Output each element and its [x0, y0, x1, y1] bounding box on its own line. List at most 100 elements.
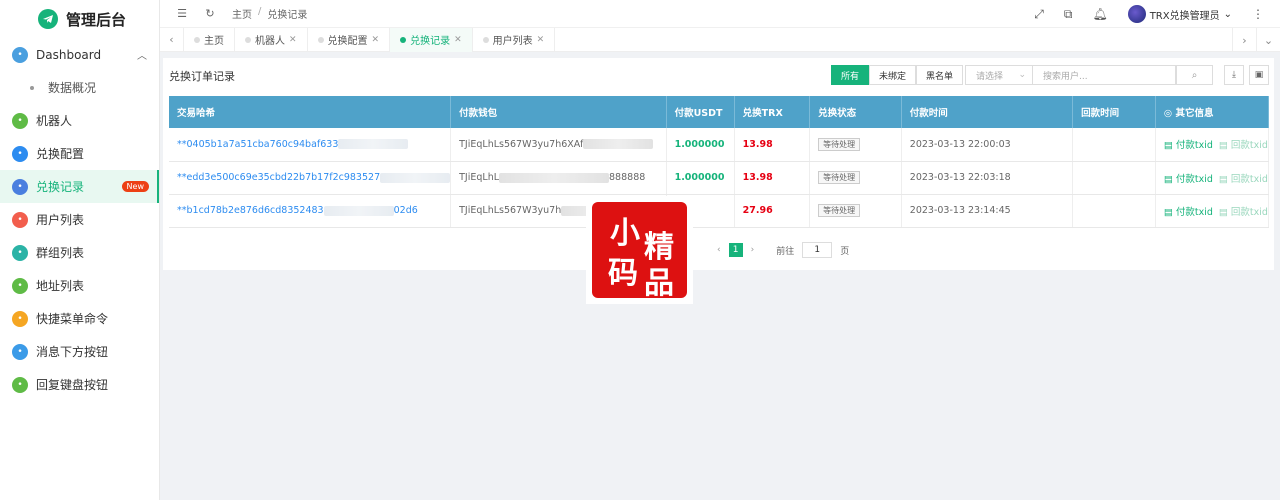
breadcrumb-separator: /: [258, 6, 262, 17]
sidebar-item[interactable]: • 消息下方按钮: [0, 335, 159, 368]
sidebar-menu: • Dashboard ︿ 数据概况 • 机器人 • 兑换配置 • 兑换记录 New • 用户列表 • 群组…: [0, 38, 159, 401]
prev-page-icon[interactable]: ‹: [717, 245, 721, 255]
content-card: 兑换订单记录 所有 未绑定 黑名单 请选择 ⌄ 搜索用户... ⌕ ⤓ ▣ 交易…: [163, 58, 1274, 270]
close-icon[interactable]: ✕: [537, 35, 545, 45]
tab[interactable]: 机器人 ✕: [235, 27, 308, 52]
return-time-cell: [1072, 161, 1156, 195]
trx-cell: 13.98: [734, 128, 811, 162]
tab-label: 用户列表: [492, 36, 533, 47]
tx-hash-link[interactable]: **edd3e500c69e35cbd22b7b17f2c983527: [177, 172, 380, 183]
sidebar-item[interactable]: • Dashboard ︿: [0, 38, 159, 71]
filter-blacklist-button[interactable]: 黑名单: [916, 65, 964, 85]
usdt-cell: 1.000000: [666, 161, 735, 195]
filter-unbound-button[interactable]: 未绑定: [869, 65, 917, 85]
pay-txid-link[interactable]: ▤ 付款txid: [1164, 207, 1213, 218]
chevron-up-icon: ︿: [137, 51, 147, 62]
hash-cell[interactable]: **edd3e500c69e35cbd22b7b17f2c983527: [169, 161, 452, 195]
tabs-scroll-left-icon[interactable]: ‹: [160, 27, 184, 52]
goto-page-input[interactable]: 1: [802, 242, 833, 258]
translate-icon[interactable]: ⧉: [1064, 7, 1073, 22]
file-icon: ▤: [1163, 206, 1176, 218]
redacted-blur: [338, 139, 409, 150]
pay-txid-link[interactable]: ▤ 付款txid: [1164, 174, 1213, 185]
trx-amount: 13.98: [742, 138, 773, 150]
sidebar-item[interactable]: • 兑换记录 New: [0, 170, 159, 203]
at-icon: •: [12, 145, 28, 162]
hash-cell[interactable]: **b1cd78b2e876d6cd8352483 02d6: [169, 194, 452, 228]
usdt-amount: 1.000000: [674, 172, 725, 183]
redacted-blur: [323, 205, 394, 216]
sidebar-item-label: 回复键盘按钮: [36, 378, 109, 392]
tab[interactable]: 兑换配置 ✕: [308, 27, 391, 52]
filter-select[interactable]: 请选择 ⌄: [965, 65, 1033, 85]
pay-txid-label: 付款txid: [1175, 173, 1213, 185]
search-button[interactable]: ⌕: [1176, 65, 1213, 85]
column-header: 兑换TRX: [734, 96, 811, 128]
user-icon: •: [12, 211, 28, 228]
close-icon[interactable]: ✕: [454, 35, 462, 45]
print-icon[interactable]: ▣: [1249, 65, 1269, 85]
close-icon[interactable]: ✕: [372, 35, 380, 45]
refresh-icon[interactable]: ↻: [204, 7, 216, 20]
breadcrumb-current: 兑换记录: [267, 10, 308, 21]
pay-time-cell: 2023-03-13 22:00:03: [901, 128, 1074, 162]
filter-all-button[interactable]: 所有: [831, 65, 870, 85]
sidebar-item-label: 机器人: [36, 114, 73, 128]
wallet-address: TJiEqLhLs567W3yu7h6XAf: [459, 138, 584, 150]
breadcrumb: 主页 / 兑换记录: [232, 6, 307, 21]
tx-hash-tail[interactable]: 02d6: [394, 205, 418, 216]
sidebar-item[interactable]: 数据概况: [0, 71, 159, 104]
table-row: **b1cd78b2e876d6cd8352483 02d6 TJiEqLhLs56…: [169, 194, 1270, 228]
tabs-menu-chevron-icon[interactable]: ⌄: [1256, 28, 1280, 52]
return-txid-link[interactable]: ▤ 回款txid: [1219, 207, 1268, 218]
fullscreen-icon[interactable]: ⤢: [1034, 7, 1044, 22]
user-menu[interactable]: TRX兑换管理员 ⌄: [1127, 5, 1232, 23]
download-icon[interactable]: ⤓: [1224, 65, 1244, 85]
chevron-down-icon: ⌄: [1018, 70, 1026, 80]
wallet-cell: TJiEqLhLs567W3yu7h6XAf: [450, 128, 667, 162]
tx-hash-link[interactable]: **0405b1a7a51cba760c94baf633: [177, 139, 338, 150]
tabs-scroll-right-icon[interactable]: ›: [1232, 28, 1256, 52]
tab[interactable]: 兑换记录 ✕: [390, 27, 473, 52]
new-badge: New: [121, 181, 149, 192]
return-time-cell: [1072, 128, 1156, 162]
sidebar-item[interactable]: • 群组列表: [0, 236, 159, 269]
pay-time-cell: 2023-03-13 23:14:45: [901, 194, 1074, 228]
page-number-current[interactable]: 1: [728, 243, 743, 257]
app-logo[interactable]: 管理后台: [0, 0, 159, 38]
sidebar-item[interactable]: • 回复键盘按钮: [0, 368, 159, 401]
table-body: **0405b1a7a51cba760c94baf633 TJiEqLhLs567…: [169, 128, 1270, 228]
breadcrumb-home[interactable]: 主页: [232, 6, 252, 21]
sidebar-item-label: 消息下方按钮: [36, 345, 109, 359]
tx-hash-link[interactable]: **b1cd78b2e876d6cd8352483: [177, 205, 324, 216]
trx-cell: 27.96: [734, 194, 811, 228]
card-title: 兑换订单记录: [169, 70, 235, 83]
tab-bar: ‹ 主页 机器人 ✕ 兑换配置 ✕ 兑换记录 ✕ 用户列表 ✕ › ⌄: [160, 27, 1280, 52]
sidebar-item[interactable]: • 快捷菜单命令: [0, 302, 159, 335]
return-txid-link[interactable]: ▤ 回款txid: [1219, 140, 1268, 151]
return-txid-link[interactable]: ▤ 回款txid: [1219, 174, 1268, 185]
tab-dot-icon: [194, 36, 200, 43]
pay-txid-link[interactable]: ▤ 付款txid: [1164, 140, 1213, 151]
next-page-icon[interactable]: ›: [751, 245, 755, 255]
user-name: TRX兑换管理员: [1149, 10, 1220, 22]
tab[interactable]: 用户列表 ✕: [473, 27, 556, 52]
table-row: **0405b1a7a51cba760c94baf633 TJiEqLhLs567…: [169, 128, 1270, 162]
status-cell: 等待处理: [809, 194, 902, 228]
return-txid-label: 回款txid: [1230, 140, 1268, 152]
tab[interactable]: 主页: [184, 27, 235, 52]
table-header-row: 交易哈希 付款钱包 付款USDT 兑换TRX 兑换状态 付款时间 回款时间 ◎ 其它信息: [169, 96, 1270, 128]
more-vertical-icon[interactable]: ⋮: [1252, 7, 1264, 21]
menu-fold-icon[interactable]: ☰: [176, 7, 188, 20]
sidebar-item[interactable]: • 兑换配置: [0, 137, 159, 170]
bell-icon[interactable]: 🔔︎: [1092, 7, 1107, 21]
sidebar-item[interactable]: • 用户列表: [0, 203, 159, 236]
watermark-stamp: 小 精 码 品: [586, 196, 693, 304]
sidebar-item[interactable]: • 机器人: [0, 104, 159, 137]
tab-label: 兑换记录: [410, 36, 451, 47]
sidebar-item[interactable]: • 地址列表: [0, 269, 159, 302]
search-input[interactable]: 搜索用户...: [1032, 65, 1176, 85]
close-icon[interactable]: ✕: [289, 35, 297, 45]
pay-txid-label: 付款txid: [1175, 206, 1213, 218]
hash-cell[interactable]: **0405b1a7a51cba760c94baf633: [169, 128, 452, 162]
